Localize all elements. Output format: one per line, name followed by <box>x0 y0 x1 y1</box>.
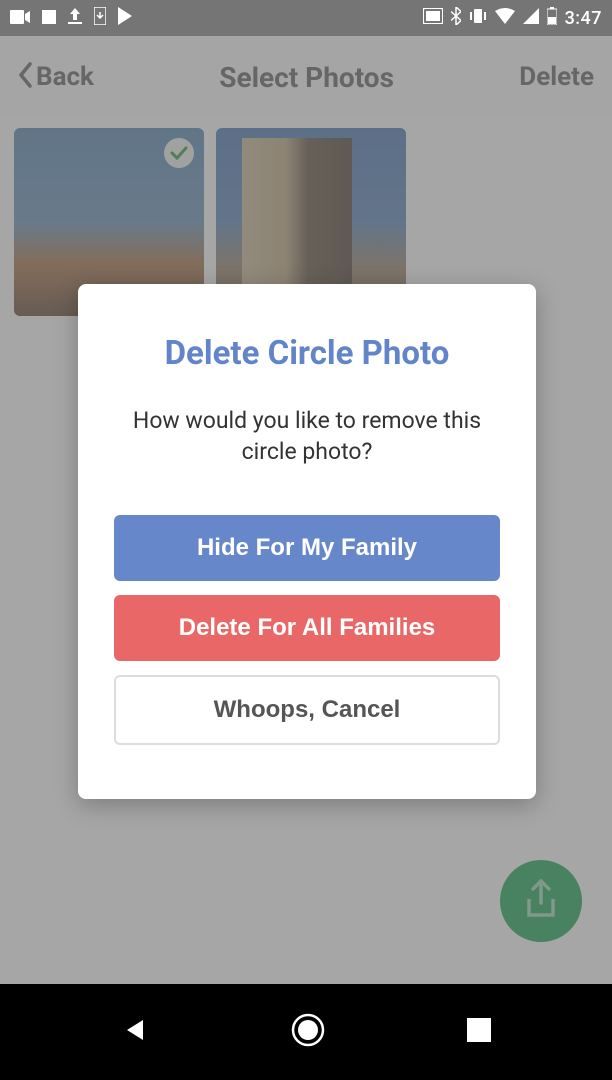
page-title: Select Photos <box>219 61 394 94</box>
selected-check-icon <box>164 138 194 168</box>
cast-icon <box>423 8 443 29</box>
hide-for-family-button[interactable]: Hide For My Family <box>114 515 500 581</box>
android-nav-bar <box>0 984 612 1080</box>
status-time: 3:47 <box>565 8 602 29</box>
delete-all-families-button[interactable]: Delete For All Families <box>114 595 500 661</box>
delete-button[interactable]: Delete <box>519 62 594 92</box>
nav-recents-icon[interactable] <box>467 1018 491 1046</box>
cancel-button[interactable]: Whoops, Cancel <box>114 675 500 745</box>
status-left-icons <box>10 7 134 29</box>
download-phone-icon <box>94 7 106 29</box>
modal-title: Delete Circle Photo <box>114 334 500 373</box>
nav-back-icon[interactable] <box>121 1016 149 1048</box>
stop-icon <box>42 9 56 28</box>
back-label: Back <box>36 62 94 92</box>
signal-icon <box>523 8 539 29</box>
upload-fab[interactable] <box>500 860 582 942</box>
app-header: Back Select Photos Delete <box>0 36 612 118</box>
chevron-left-icon <box>18 62 34 92</box>
modal-message: How would you like to remove this circle… <box>114 405 500 467</box>
back-button[interactable]: Back <box>18 62 94 92</box>
battery-icon <box>547 7 557 30</box>
bluetooth-icon <box>451 7 461 30</box>
upload-icon <box>68 8 82 28</box>
play-store-icon <box>118 7 134 29</box>
vibrate-icon <box>469 8 487 29</box>
status-right-icons: 3:47 <box>423 7 602 30</box>
nav-home-icon[interactable] <box>291 1013 325 1051</box>
video-icon <box>10 9 30 28</box>
status-bar: 3:47 <box>0 0 612 36</box>
wifi-icon <box>495 8 515 29</box>
share-icon <box>523 879 559 923</box>
delete-photo-modal: Delete Circle Photo How would you like t… <box>78 284 536 799</box>
